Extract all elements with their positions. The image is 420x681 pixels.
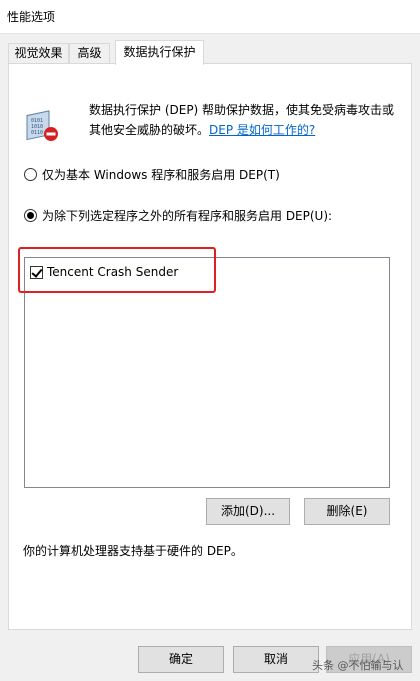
- option-basic-dep[interactable]: 仅为基本 Windows 程序和服务启用 DEP(T): [24, 165, 280, 183]
- dep-shield-icon: 0101 1010 0110: [26, 110, 58, 141]
- title-bar: 性能选项: [0, 0, 420, 34]
- program-list[interactable]: Tencent Crash Sender: [24, 257, 390, 488]
- tab-dep[interactable]: 数据执行保护: [115, 40, 204, 65]
- svg-text:0110: 0110: [31, 130, 43, 136]
- add-button[interactable]: 添加(D)...: [206, 498, 290, 525]
- option-all-except-label: 为除下列选定程序之外的所有程序和服务启用 DEP(U):: [42, 208, 333, 223]
- remove-button[interactable]: 删除(E): [304, 498, 390, 525]
- list-item[interactable]: Tencent Crash Sender: [30, 263, 178, 281]
- window-title: 性能选项: [7, 10, 56, 24]
- dep-help-link[interactable]: DEP 是如何工作的?: [209, 123, 315, 137]
- tab-strip: 视觉效果 高级 数据执行保护: [8, 40, 408, 65]
- ok-button[interactable]: 确定: [138, 646, 224, 673]
- option-basic-label: 仅为基本 Windows 程序和服务启用 DEP(T): [42, 167, 280, 182]
- hardware-dep-note: 你的计算机处理器支持基于硬件的 DEP。: [23, 544, 243, 558]
- watermark: 头条 @不怕输与认: [312, 659, 404, 672]
- radio-all-except-dep[interactable]: [24, 208, 37, 222]
- tab-visual-effects[interactable]: 视觉效果: [8, 43, 69, 64]
- tab-advanced[interactable]: 高级: [69, 43, 110, 64]
- radio-basic-dep[interactable]: [24, 167, 37, 181]
- program-name: Tencent Crash Sender: [47, 265, 179, 279]
- dep-description: 数据执行保护 (DEP) 帮助保护数据，使其免受病毒攻击或 其他安全威胁的破坏。…: [89, 100, 399, 140]
- description-line-1: 数据执行保护 (DEP) 帮助保护数据，使其免受病毒攻击或: [89, 103, 395, 117]
- description-line-2-text: 其他安全威胁的破坏。: [89, 123, 210, 137]
- description-line-2: 其他安全威胁的破坏。DEP 是如何工作的?: [89, 120, 399, 140]
- program-checkbox[interactable]: [30, 265, 43, 279]
- cancel-button[interactable]: 取消: [233, 646, 319, 673]
- option-all-except-dep[interactable]: 为除下列选定程序之外的所有程序和服务启用 DEP(U):: [24, 206, 332, 224]
- dep-panel: 0101 1010 0110 数据执行保护 (DEP) 帮助保护数据，使其免受病…: [8, 63, 412, 630]
